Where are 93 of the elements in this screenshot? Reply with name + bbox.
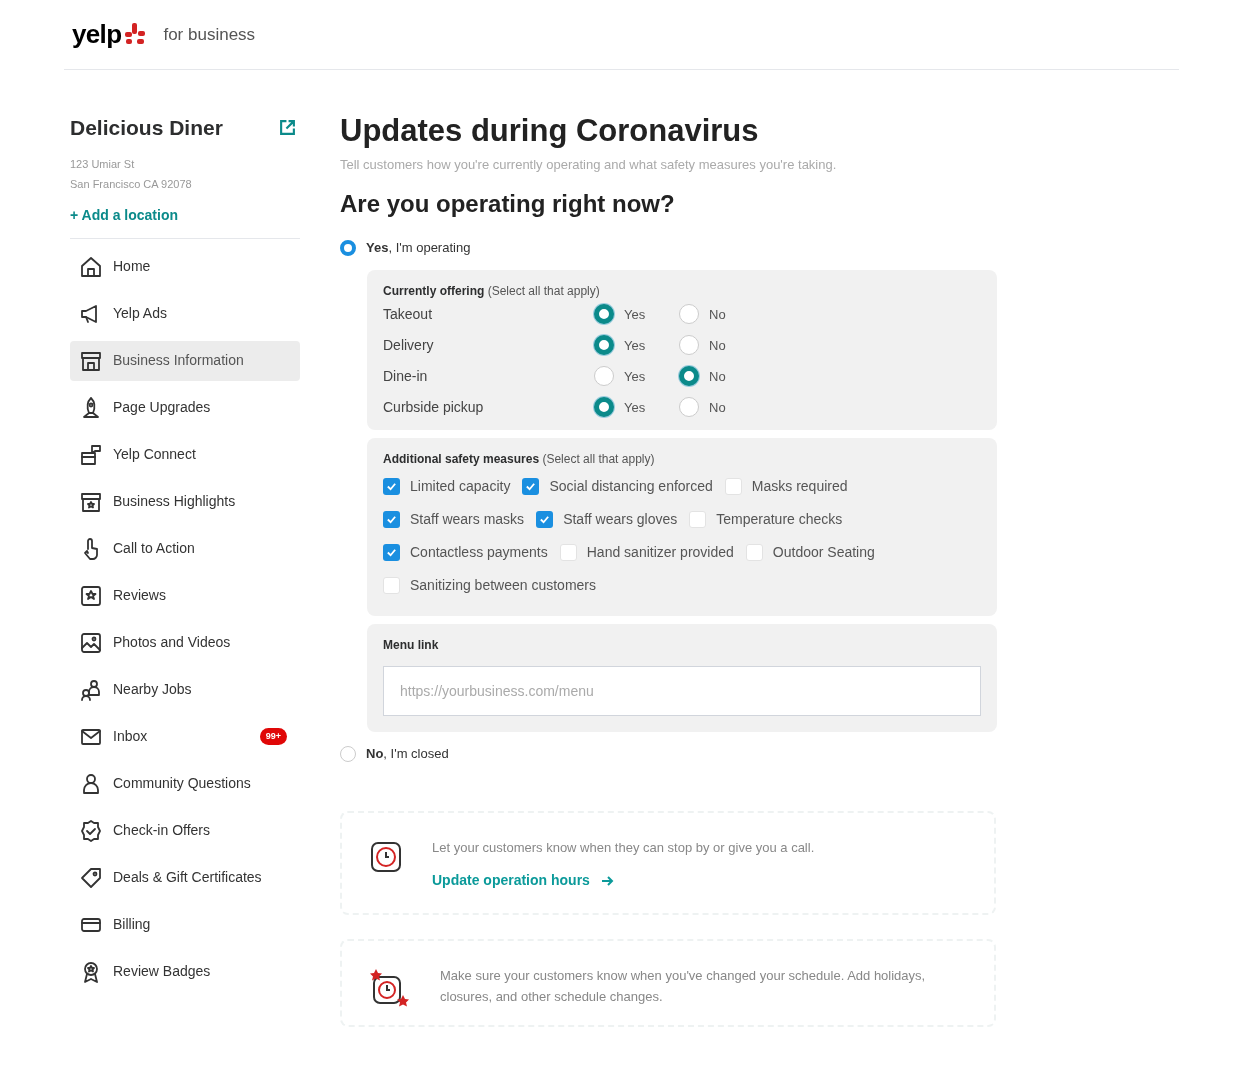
checkbox-label: Staff wears gloves — [563, 509, 678, 529]
sidebar-item[interactable]: Home — [70, 246, 300, 287]
radio-button[interactable] — [594, 397, 614, 418]
checkbox[interactable] — [536, 510, 554, 528]
option-label: Yes — [624, 367, 646, 386]
sidebar-item[interactable]: Review Badges — [70, 951, 300, 992]
checkmark-icon — [525, 480, 537, 492]
sidebar-item[interactable]: Yelp Connect — [70, 434, 300, 475]
radio-button[interactable] — [679, 335, 699, 356]
page-title: Updates during Coronavirus — [340, 112, 760, 150]
option-label: No — [709, 305, 726, 324]
radio-button[interactable] — [679, 366, 699, 387]
section-heading: Currently offering — [383, 283, 485, 298]
option-label: No — [709, 367, 726, 386]
sidebar-item[interactable]: Photos and Videos — [70, 622, 300, 663]
checkbox-label: Social distancing enforced — [549, 476, 713, 496]
people-icon — [79, 677, 103, 702]
star-square-icon — [79, 583, 103, 608]
house-icon — [79, 254, 103, 279]
checkbox-label: Temperature checks — [716, 509, 843, 529]
checkmark-icon — [386, 546, 397, 558]
sidebar-item[interactable]: Yelp Ads — [70, 293, 300, 334]
radio-button[interactable] — [594, 335, 614, 356]
option-label: No — [709, 336, 726, 355]
radio-button[interactable] — [594, 366, 614, 387]
checkbox[interactable] — [559, 543, 577, 561]
field-label: Menu link — [383, 636, 440, 654]
yelp-logo[interactable]: yelp — [72, 15, 148, 54]
checkbox-label: Outdoor Seating — [772, 542, 875, 562]
checkbox-label: Masks required — [751, 476, 848, 496]
checkbox[interactable] — [383, 543, 400, 561]
checkbox[interactable] — [383, 510, 400, 528]
address-line: 123 Umiar St — [70, 156, 136, 172]
address-line: San Francisco CA 92078 — [70, 177, 193, 192]
notification-badge: 99+ — [259, 727, 287, 746]
option-label: No — [709, 398, 726, 417]
sidebar-item[interactable]: Nearby Jobs — [70, 669, 300, 710]
clock-icon — [370, 841, 402, 874]
sidebar-item[interactable]: Reviews — [70, 575, 300, 616]
sidebar-item[interactable]: Check-in Offers — [70, 810, 300, 851]
sidebar-item[interactable]: Deals & Gift Certificates — [70, 857, 300, 898]
option-label: Yes, I'm operating — [366, 239, 471, 258]
section-heading: Additional safety measures — [383, 451, 540, 466]
arrow-right-icon — [601, 875, 614, 886]
checkbox[interactable] — [745, 543, 763, 561]
sidebar-item[interactable]: Business Highlights — [70, 481, 300, 522]
radio-button[interactable] — [594, 304, 614, 325]
checkbox[interactable] — [383, 477, 400, 495]
sidebar-item[interactable]: Community Questions — [70, 763, 300, 804]
radio-button[interactable] — [340, 240, 356, 256]
add-location-link[interactable]: + Add a location — [70, 204, 300, 226]
storefront-chat-icon — [79, 442, 103, 467]
question-heading: Are you operating right now? — [340, 189, 676, 220]
image-icon — [79, 630, 103, 655]
checkbox-label: Limited capacity — [410, 476, 511, 496]
sidebar-item[interactable]: Page Upgrades — [70, 387, 300, 428]
checkbox-label: Staff wears masks — [410, 509, 525, 529]
option-label: Yes — [624, 305, 646, 324]
sidebar-item[interactable]: Business Information — [70, 340, 300, 381]
card-text: Let your customers know when they can stop by or give you a call. — [432, 839, 815, 858]
checkmark-icon — [539, 513, 551, 525]
sidebar-item[interactable]: Call to Action — [70, 528, 300, 569]
radio-button[interactable] — [340, 745, 356, 762]
checkmark-icon — [386, 513, 397, 525]
section-hint: (Select all that apply) — [542, 451, 655, 466]
radio-button[interactable] — [679, 304, 699, 325]
section-hint: (Select all that apply) — [487, 283, 600, 298]
checkbox-label: Sanitizing between customers — [410, 575, 596, 595]
row-label: Curbside pickup — [383, 397, 485, 417]
external-link-icon[interactable] — [279, 119, 296, 137]
business-name: Delicious Diner — [70, 115, 223, 141]
row-label: Delivery — [383, 335, 435, 355]
page-subtitle: Tell customers how you're currently operating and what safety measures you're taking. — [340, 155, 838, 174]
option-label: Yes — [624, 336, 646, 355]
radio-button[interactable] — [679, 397, 699, 418]
row-label: Dine-in — [383, 366, 429, 386]
checkbox[interactable] — [383, 576, 400, 594]
checkbox-label: Contactless payments — [410, 542, 548, 562]
checkbox[interactable] — [522, 477, 540, 495]
menu-link-field[interactable]: https://yourbusiness.com/menu — [383, 665, 981, 716]
card-text: Make sure your customers know when you've changed your schedule. Add holidays, closures, and other schedule changes. — [440, 967, 927, 1007]
checkbox[interactable] — [724, 477, 742, 495]
sidebar-item[interactable]: Inbox 99+ — [70, 716, 300, 757]
option-label: Yes — [624, 398, 646, 417]
logo-tagline: for business — [163, 23, 256, 46]
tag-icon — [79, 865, 103, 890]
checkbox-label: Hand sanitizer provided — [586, 542, 734, 562]
option-label: No, I'm closed — [366, 744, 449, 763]
checkmark-icon — [386, 480, 397, 492]
sidebar-item[interactable]: Billing — [70, 904, 300, 945]
row-label: Takeout — [383, 304, 434, 324]
badge-check-icon — [79, 818, 103, 843]
checkbox[interactable] — [689, 510, 707, 528]
